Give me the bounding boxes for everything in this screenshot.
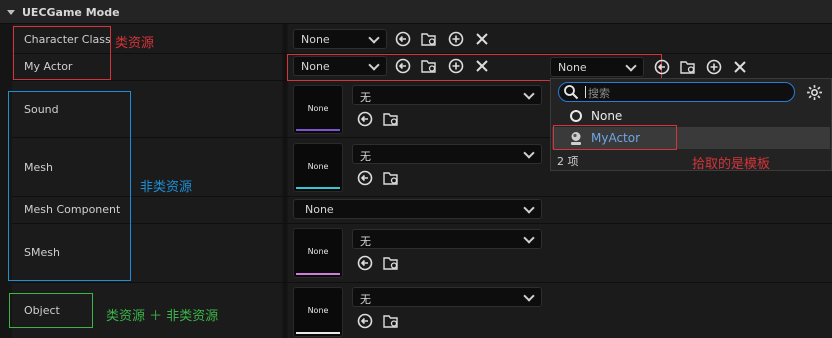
chevron-down-icon — [523, 202, 535, 214]
asset-type-bar — [296, 332, 340, 334]
chevron-down-icon — [368, 59, 380, 71]
chevron-down-icon — [523, 88, 535, 100]
use-selected-arrow-icon[interactable] — [357, 170, 373, 186]
combo-value: None — [305, 203, 334, 216]
chevron-down-icon — [523, 232, 535, 244]
combo-value: 无 — [360, 293, 371, 306]
thumbnail-label: None — [307, 104, 329, 113]
browse-folder-icon[interactable] — [383, 170, 399, 186]
asset-type-bar — [296, 273, 340, 275]
my-actor-popup-combo[interactable]: None — [550, 57, 644, 77]
combo-value: None — [558, 61, 587, 74]
use-selected-arrow-icon[interactable] — [357, 255, 373, 271]
combo-value: None — [301, 33, 330, 46]
none-circle-icon — [570, 110, 582, 122]
category-title: UECGame Mode — [22, 6, 120, 19]
both-asset-highlight — [9, 293, 93, 328]
character-class-combo[interactable]: None — [293, 29, 387, 49]
smesh-thumbnail[interactable]: None — [293, 228, 343, 278]
object-thumbnail[interactable]: None — [293, 287, 343, 337]
text-cursor — [585, 86, 586, 98]
smesh-combo[interactable]: 无 — [352, 229, 542, 249]
sound-thumbnail[interactable]: None — [293, 85, 343, 134]
search-input[interactable]: 搜索 — [558, 82, 795, 102]
use-selected-arrow-icon[interactable] — [395, 58, 411, 74]
use-selected-arrow-icon[interactable] — [357, 313, 373, 329]
clear-x-icon[interactable] — [732, 59, 748, 75]
item-count: 2 项 — [557, 155, 579, 168]
create-new-plus-icon[interactable] — [448, 31, 464, 47]
use-selected-arrow-icon[interactable] — [357, 111, 373, 127]
column-splitter[interactable] — [284, 24, 286, 338]
mesh-component-combo[interactable]: None — [293, 199, 542, 219]
my-actor-combo[interactable]: None — [293, 56, 387, 76]
chevron-down-icon — [523, 147, 535, 159]
browse-folder-icon[interactable] — [383, 111, 399, 127]
class-asset-highlight — [13, 26, 111, 80]
annotation-non-class-asset: 非类资源 — [140, 180, 193, 195]
browse-folder-icon[interactable] — [421, 31, 437, 47]
combo-value: 无 — [360, 150, 371, 163]
thumbnail-label: None — [307, 162, 329, 171]
settings-gear-icon[interactable] — [806, 84, 823, 101]
chevron-down-icon — [523, 290, 535, 302]
search-icon — [564, 85, 579, 100]
chevron-down-icon — [368, 32, 380, 44]
dropdown-item-label: None — [591, 109, 623, 123]
non-class-asset-highlight — [8, 91, 131, 281]
annotation-class-asset: 类资源 — [115, 36, 155, 51]
object-combo[interactable]: 无 — [352, 287, 542, 307]
sound-combo[interactable]: 无 — [352, 85, 542, 105]
browse-folder-icon[interactable] — [383, 313, 399, 329]
combo-value: 无 — [360, 235, 371, 248]
myactor-highlight — [553, 125, 677, 150]
browse-folder-icon[interactable] — [680, 59, 696, 75]
dropdown-item-none[interactable]: None — [552, 106, 830, 126]
mesh-combo[interactable]: 无 — [352, 144, 542, 164]
asset-type-bar — [296, 187, 340, 189]
use-selected-arrow-icon[interactable] — [395, 31, 411, 47]
thumbnail-label: None — [307, 247, 329, 256]
clear-x-icon[interactable] — [474, 31, 490, 47]
create-new-plus-icon[interactable] — [448, 58, 464, 74]
asset-type-bar — [296, 129, 340, 131]
combo-value: None — [301, 60, 330, 73]
annotation-both: 类资源 ＋ 非类资源 — [106, 309, 219, 324]
collapse-arrow-icon[interactable] — [7, 10, 15, 15]
category-header[interactable]: UECGame Mode — [0, 0, 832, 24]
browse-folder-icon[interactable] — [383, 255, 399, 271]
annotation-template: 拾取的是模板 — [692, 157, 771, 172]
create-new-plus-icon[interactable] — [706, 59, 722, 75]
chevron-down-icon — [625, 60, 637, 72]
clear-x-icon[interactable] — [474, 58, 490, 74]
row-divider — [12, 196, 832, 197]
combo-value: 无 — [360, 91, 371, 104]
use-selected-arrow-icon[interactable] — [654, 59, 670, 75]
row-divider — [12, 282, 832, 283]
search-placeholder: 搜索 — [588, 87, 610, 100]
browse-folder-icon[interactable] — [421, 58, 437, 74]
mesh-thumbnail[interactable]: None — [293, 143, 343, 192]
row-divider — [12, 223, 832, 224]
thumbnail-label: None — [307, 306, 329, 315]
